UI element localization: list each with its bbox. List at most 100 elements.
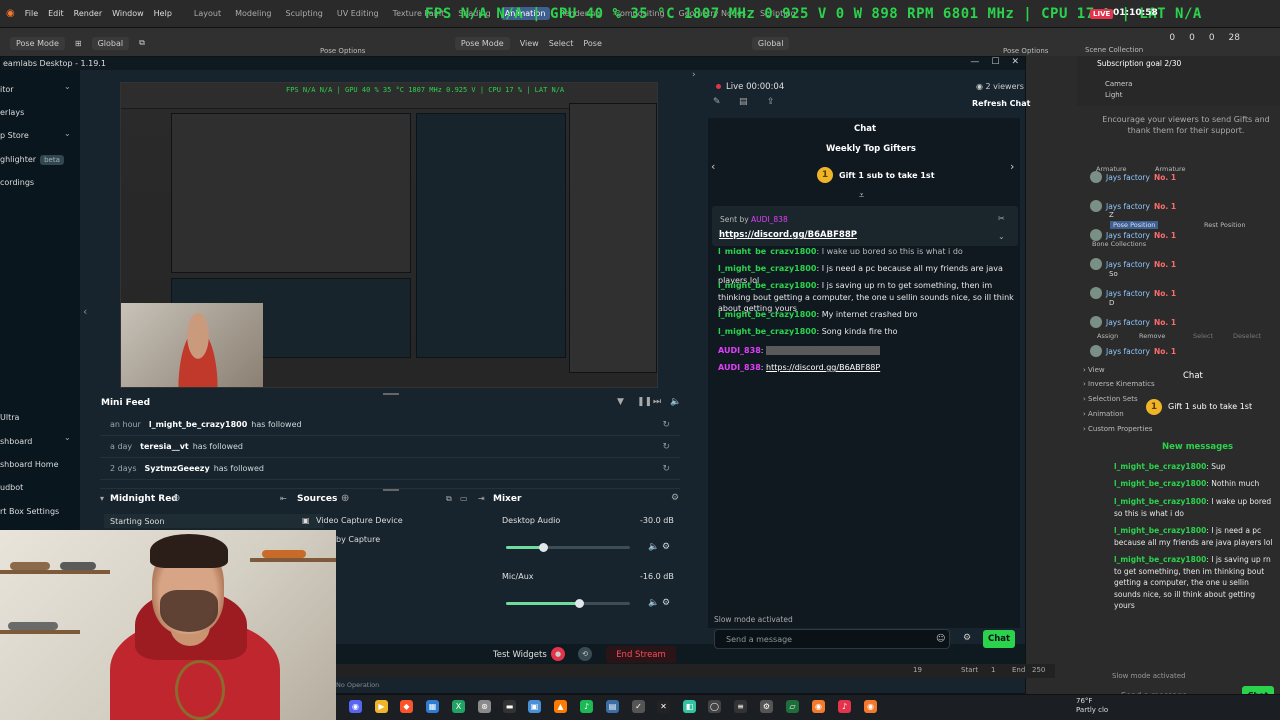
bone-collections[interactable]: Bone Collections <box>1092 240 1146 248</box>
scenes-collapse-icon[interactable]: ▾ <box>100 494 104 503</box>
brave-icon[interactable]: ◆ <box>400 700 413 713</box>
close-icon[interactable]: ✕ <box>1011 57 1019 67</box>
chat-username[interactable]: l_might_be_crazy1800 <box>718 310 816 319</box>
test-widgets-label[interactable]: Test Widgets <box>493 650 547 660</box>
menu-window[interactable]: Window <box>112 9 144 18</box>
scene-item[interactable]: Starting Soon <box>104 514 324 528</box>
workspace-tab[interactable]: Modeling <box>231 7 275 20</box>
sidebar-item[interactable]: shboard Home <box>0 460 59 469</box>
transform-orientation-2[interactable]: Global <box>751 36 790 50</box>
properties-panel[interactable]: › View <box>1083 366 1105 374</box>
chevron-icon[interactable]: ⌄ <box>64 82 71 91</box>
terminal-icon[interactable]: ▬ <box>503 700 516 713</box>
app-icon[interactable]: ≡ <box>734 700 747 713</box>
next-gifter-icon[interactable]: › <box>1010 160 1014 173</box>
properties-panel[interactable]: › Custom Properties <box>1083 425 1152 433</box>
blender-logo-icon[interactable]: ◉ <box>6 8 15 19</box>
transform-orientation[interactable]: Global <box>91 36 130 50</box>
new-messages-label[interactable]: New messages <box>1162 442 1233 452</box>
discord-icon[interactable]: ◉ <box>349 700 362 713</box>
pose-options-2[interactable]: Pose Options <box>1003 47 1048 55</box>
replay-alert-icon[interactable]: ↻ <box>662 442 670 452</box>
gifter-row[interactable]: Jays factory No. 1 <box>1090 229 1176 241</box>
notes-icon[interactable]: ▤ <box>606 700 619 713</box>
sidebar-item[interactable]: ghlighter beta <box>0 155 64 165</box>
refresh-chat-button[interactable]: Refresh Chat <box>972 99 1030 108</box>
add-source-icon[interactable]: ⊕ <box>341 493 349 504</box>
menu-file[interactable]: File <box>25 9 38 18</box>
obs-icon[interactable]: ◯ <box>708 700 721 713</box>
volume-slider[interactable] <box>506 543 630 552</box>
blender-icon[interactable]: ◉ <box>812 700 825 713</box>
chat-username[interactable]: AUDI_838 <box>718 363 761 372</box>
chat-link[interactable]: https://discord.gg/B6ABF88P <box>766 363 880 372</box>
gifter-row[interactable]: Jays factory No. 1 <box>1090 258 1176 270</box>
menu-pose[interactable]: Pose <box>583 39 602 48</box>
chat-username[interactable]: l_might_be_crazy1800 <box>718 264 816 273</box>
menu-view[interactable]: View <box>520 39 539 48</box>
assign-button[interactable]: Assign <box>1097 332 1118 340</box>
chevron-icon[interactable]: ⌄ <box>64 129 71 138</box>
app-icon[interactable]: ▱ <box>786 700 799 713</box>
mute-icon[interactable]: 🔈 <box>648 542 659 552</box>
deselect-button[interactable]: Deselect <box>1233 332 1261 340</box>
chat-settings-icon[interactable]: ⚙ <box>963 633 971 643</box>
chat-send-button[interactable]: Chat <box>983 630 1015 648</box>
gift-prompt[interactable]: Gift 1 sub to take 1st <box>839 171 935 180</box>
mute-icon[interactable]: 🔈 <box>648 598 659 608</box>
outliner-light[interactable]: Light <box>1105 91 1122 99</box>
chat-username[interactable]: l_might_be_crazy1800 <box>1114 462 1206 471</box>
store-icon[interactable]: ▦ <box>426 700 439 713</box>
chat-username[interactable]: l_might_be_crazy1800 <box>1114 497 1206 506</box>
sidebar-item[interactable]: cordings <box>0 178 34 187</box>
sidebar-item[interactable]: udbot <box>0 483 23 492</box>
pinned-user[interactable]: AUDI_838 <box>751 215 788 224</box>
workspace-tab[interactable]: Layout <box>190 7 225 20</box>
pose-position[interactable]: Pose Position <box>1110 221 1159 229</box>
outliner-camera[interactable]: Camera <box>1105 80 1132 88</box>
minimize-icon[interactable]: — <box>970 57 979 67</box>
sidebar-item[interactable]: itor <box>0 85 14 94</box>
app-icon[interactable]: ▲ <box>554 700 567 713</box>
sources-toggle-icon[interactable]: ⇤ <box>280 494 287 503</box>
pause-icon[interactable]: ❚❚ <box>637 397 652 407</box>
sidebar-item[interactable]: Ultra <box>0 413 19 422</box>
sidebar-item[interactable]: rt Box Settings <box>0 507 59 516</box>
chat-input[interactable]: Send a message <box>714 629 950 649</box>
replay-alert-icon[interactable]: ↻ <box>662 464 670 474</box>
rest-position[interactable]: Rest Position <box>1204 221 1246 229</box>
properties-panel[interactable]: › Selection Sets <box>1083 395 1138 403</box>
gifter-row[interactable]: Jays factory No. 1 <box>1090 200 1176 212</box>
collapse-left-icon[interactable]: ‹ <box>83 305 87 318</box>
snap-icon[interactable]: ⧉ <box>139 38 145 48</box>
replay-buffer-button[interactable]: ⟲ <box>578 647 592 661</box>
add-scene-icon[interactable]: ⊕ <box>172 493 180 504</box>
chat-username[interactable]: l_might_be_crazy1800 <box>1114 479 1206 488</box>
info-icon[interactable]: ▤ <box>739 97 748 107</box>
scene-collection[interactable]: Scene Collection <box>1085 46 1143 54</box>
start-frame[interactable]: 1 <box>991 666 995 674</box>
collapse-right-icon[interactable]: › <box>692 70 696 80</box>
maximize-icon[interactable]: ☐ <box>991 57 999 67</box>
pinned-link[interactable]: https://discord.gg/B6ABF88P <box>719 230 857 240</box>
edit-icon[interactable]: ✎ <box>713 97 721 107</box>
right-gift-prompt[interactable]: Gift 1 sub to take 1st <box>1168 402 1252 411</box>
channel-settings-icon[interactable]: ⚙ <box>662 542 670 552</box>
feed-username[interactable]: l_might_be_crazy1800 <box>149 420 247 429</box>
mixer-toggle-icon[interactable]: ⇥ <box>478 494 485 503</box>
chat-username[interactable]: l_might_be_crazy1800 <box>718 327 816 336</box>
chat-username[interactable]: l_might_be_crazy1800 <box>718 281 816 290</box>
properties-panel[interactable]: › Animation <box>1083 410 1124 418</box>
mode-select-2[interactable]: Pose Mode <box>454 36 510 50</box>
source-item[interactable]: by Capture <box>336 535 380 544</box>
end-stream-button[interactable]: End Stream <box>606 646 676 663</box>
record-button[interactable]: ● <box>551 647 565 661</box>
app-icon[interactable]: ▣ <box>528 700 541 713</box>
filter-icon[interactable]: ▼ <box>617 397 624 407</box>
mixer-settings-icon[interactable]: ⚙ <box>671 493 679 503</box>
remove-button[interactable]: Remove <box>1139 332 1165 340</box>
gifter-row[interactable]: Jays factory No. 1 <box>1090 316 1176 328</box>
spotify-icon[interactable]: ♪ <box>580 700 593 713</box>
end-frame[interactable]: 250 <box>1032 666 1045 674</box>
workspace-tab[interactable]: Sculpting <box>282 7 327 20</box>
